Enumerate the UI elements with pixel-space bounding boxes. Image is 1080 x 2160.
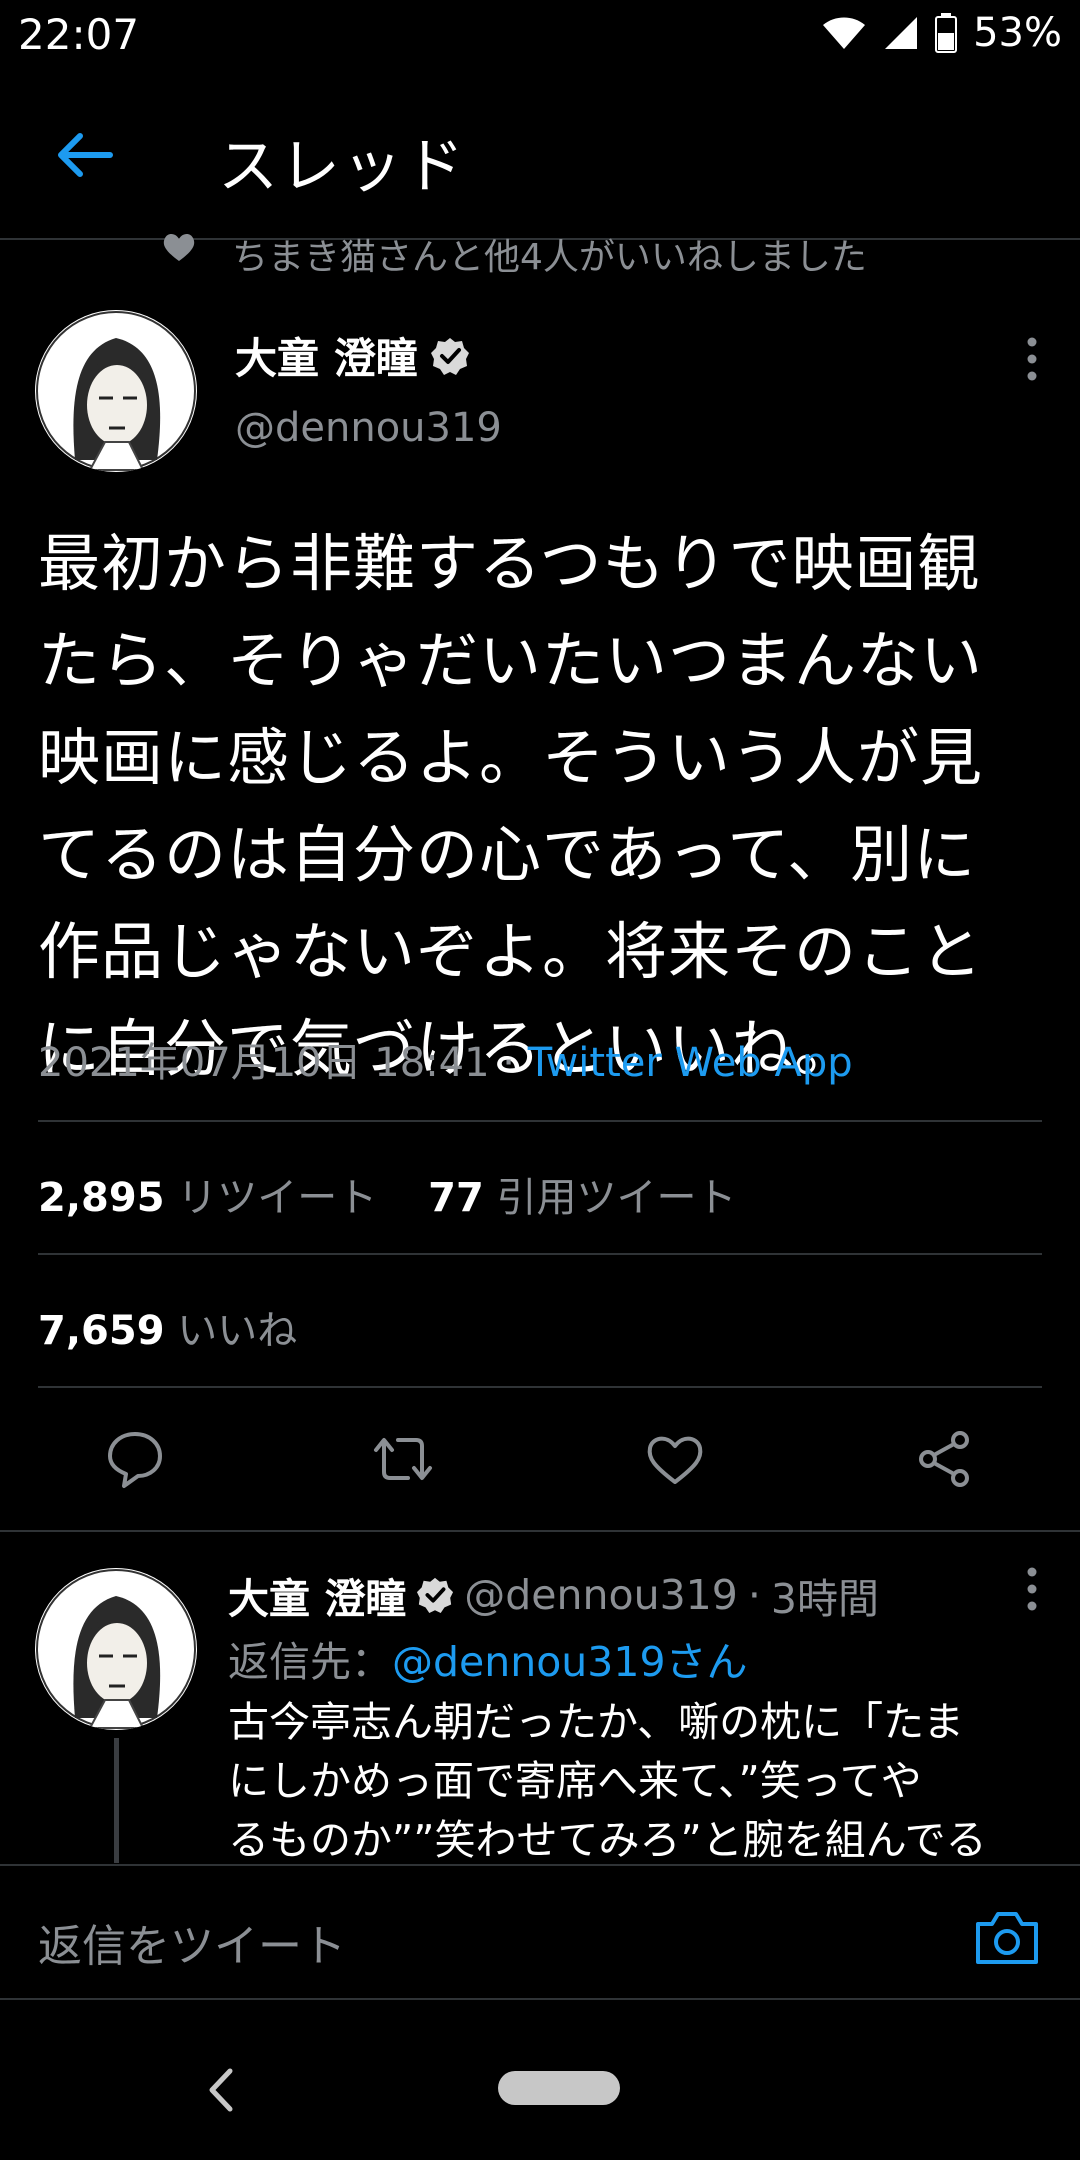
- more-vertical-icon: [1027, 1567, 1037, 1611]
- reply-author-name[interactable]: 大童 澄瞳: [228, 1565, 406, 1625]
- retweet-button[interactable]: [372, 1428, 434, 1494]
- author-avatar[interactable]: [35, 310, 197, 472]
- likes-label: いいね: [177, 1308, 298, 1354]
- meta-separator: ·: [489, 1040, 528, 1086]
- reply-to-label: 返信先：: [228, 1638, 392, 1686]
- share-icon: [919, 1431, 969, 1487]
- reply-icon: [108, 1432, 162, 1488]
- likes-count: 7,659: [38, 1308, 165, 1354]
- status-icons: 53%: [821, 10, 1062, 56]
- reply-compose-input[interactable]: 返信をツイート: [38, 1910, 346, 1974]
- retweets-count: 2,895: [38, 1175, 165, 1221]
- divider: [38, 1253, 1042, 1255]
- tweet-timestamp[interactable]: 2021年07月10日 18:41: [38, 1040, 490, 1086]
- system-back-button[interactable]: [200, 2065, 240, 2115]
- back-arrow-icon: [58, 133, 113, 177]
- reply-button[interactable]: [104, 1428, 166, 1494]
- reply-header: 大童 澄瞳 @dennou319 · 3時間: [228, 1565, 879, 1625]
- verified-badge-icon: [430, 337, 469, 375]
- tweet-meta: 2021年07月10日 18:41 · Twitter Web App: [38, 1030, 853, 1088]
- back-button[interactable]: [50, 120, 120, 190]
- social-context-text: ちまき猫さんと他4人がいいねしました: [232, 237, 867, 278]
- status-time: 22:07: [18, 10, 140, 59]
- divider: [0, 1998, 1080, 2000]
- verified-badge-icon: [417, 1577, 454, 1614]
- more-options-button[interactable]: [1022, 336, 1042, 382]
- thread-connector-line: [114, 1738, 119, 1863]
- quotes-count: 77: [428, 1175, 484, 1221]
- retweet-stats: 2,895 リツイート 77 引用ツイート: [38, 1165, 737, 1223]
- battery-percentage: 53%: [973, 10, 1062, 56]
- tweet-text: 最初から非難するつもりで映画観 たら、そりゃだいたいつまんない 映画に感じるよ。…: [38, 515, 1048, 1097]
- battery-icon: [935, 13, 958, 53]
- author-name-text: 大童 澄瞳: [235, 334, 418, 383]
- divider: [0, 1530, 1080, 1532]
- tweet-text-line: 作品じゃないぞよ。将来そのこと: [38, 915, 984, 988]
- divider: [38, 1120, 1042, 1122]
- tweet-source[interactable]: Twitter Web App: [528, 1040, 853, 1086]
- retweets-link[interactable]: 2,895 リツイート: [38, 1175, 377, 1221]
- reply-text-line: るものか””笑わせてみろ”と腕を組んでる: [228, 1816, 987, 1863]
- heart-icon: [162, 232, 196, 266]
- reply-text-line: にしかめっ面で寄席へ来て、”笑ってや: [228, 1757, 922, 1805]
- reply-author-avatar[interactable]: [35, 1568, 197, 1730]
- tweet-text-line: たら、そりゃだいたいつまんない: [38, 624, 984, 697]
- signal-icon: [885, 17, 918, 49]
- tweet-text-line: 最初から非難するつもりで映画観: [38, 527, 981, 600]
- tweet-text-line: てるのは自分の心であって、別に: [38, 818, 977, 891]
- system-home-button[interactable]: [498, 2071, 620, 2105]
- likes-link[interactable]: 7,659 いいね: [38, 1298, 297, 1356]
- author-handle[interactable]: @dennou319: [235, 405, 502, 451]
- reply-more-options-button[interactable]: [1022, 1566, 1042, 1612]
- nav-back-icon: [209, 2068, 233, 2112]
- reply-separator: ·: [747, 1571, 761, 1619]
- retweet-icon: [374, 1438, 432, 1480]
- reply-to: 返信先：@dennou319さん: [228, 1628, 748, 1688]
- more-vertical-icon: [1027, 337, 1037, 381]
- share-button[interactable]: [914, 1428, 976, 1494]
- like-button[interactable]: [644, 1428, 706, 1494]
- camera-icon: [976, 1912, 1038, 1964]
- page-title: スレッド: [218, 132, 466, 202]
- author-name[interactable]: 大童 澄瞳: [235, 325, 470, 386]
- reply-time: 3時間: [770, 1575, 879, 1623]
- camera-button[interactable]: [972, 1908, 1042, 1968]
- tweet-text-line: 映画に感じるよ。そういう人が見: [38, 721, 984, 794]
- reply-author-handle[interactable]: @dennou319: [464, 1571, 738, 1619]
- wifi-icon: [823, 17, 866, 49]
- retweets-label: リツイート: [177, 1175, 378, 1221]
- quotes-link[interactable]: 77 引用ツイート: [428, 1175, 736, 1221]
- reply-to-mention[interactable]: @dennou319さん: [392, 1638, 748, 1686]
- quotes-label: 引用ツイート: [496, 1175, 737, 1221]
- reply-text: 古今亭志ん朝だったか、噺の枕に「たま にしかめっ面で寄席へ来て、”笑ってや るも…: [228, 1693, 1048, 1863]
- divider: [38, 1386, 1042, 1388]
- like-icon: [647, 1436, 703, 1484]
- reply-text-line: 古今亭志ん朝だったか、噺の枕に「たま: [228, 1698, 964, 1746]
